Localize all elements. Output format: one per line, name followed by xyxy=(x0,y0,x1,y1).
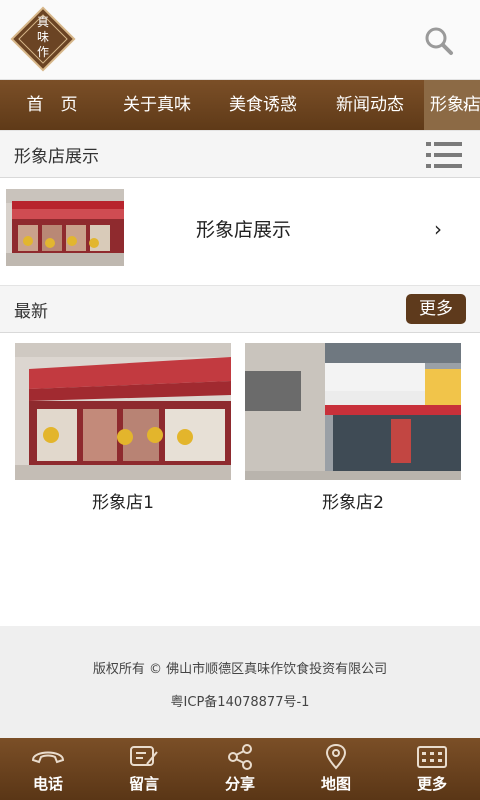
grid-icon xyxy=(417,746,447,768)
store-card-1[interactable]: 形象店1 xyxy=(15,343,231,513)
icp-text: 粤ICP备14078877号-1 xyxy=(170,695,310,710)
nav-item-news[interactable]: 新闻动态 xyxy=(316,80,424,130)
svg-text:作: 作 xyxy=(37,45,49,59)
search-icon[interactable] xyxy=(422,24,456,58)
logo[interactable]: 真 味 作 xyxy=(8,4,78,74)
nav-item-food[interactable]: 美食诱惑 xyxy=(210,80,316,130)
tab-map[interactable]: 地图 xyxy=(288,738,384,800)
tab-message[interactable]: 留言 xyxy=(96,738,192,800)
store-image-1 xyxy=(15,343,231,480)
store-card-2[interactable]: 形象店2 xyxy=(245,343,461,513)
tab-label: 留言 xyxy=(128,775,159,793)
svg-text:真: 真 xyxy=(37,15,49,29)
section-title: 形象店展示 xyxy=(14,147,99,167)
store-card-label-1: 形象店1 xyxy=(92,493,154,513)
store-image-2 xyxy=(245,343,461,480)
header: 真 味 作 xyxy=(0,0,480,80)
svg-text:味: 味 xyxy=(37,30,49,44)
phone-icon xyxy=(31,751,65,764)
nav-item-home[interactable]: 首 页 xyxy=(0,80,104,130)
main-nav: 首 页 关于真味 美食诱惑 新闻动态 形象店 › xyxy=(0,80,480,130)
footer: 版权所有 © 佛山市顺德区真味作饮食投资有限公司 粤ICP备14078877号-… xyxy=(0,626,480,738)
tab-share[interactable]: 分享 xyxy=(192,738,288,800)
tab-label: 更多 xyxy=(416,775,447,793)
feature-row[interactable]: 形象店展示 › xyxy=(0,179,480,285)
tab-label: 地图 xyxy=(320,775,351,793)
nav-item-about[interactable]: 关于真味 xyxy=(104,80,210,130)
store-card-label-2: 形象店2 xyxy=(322,493,384,513)
message-icon xyxy=(130,746,158,766)
bottom-tabbar: 电话 留言 分享 地图 更多 xyxy=(0,738,480,800)
tab-label: 分享 xyxy=(224,775,255,793)
store-thumbnail xyxy=(6,189,124,266)
tab-label: 电话 xyxy=(32,775,63,793)
chevron-right-icon[interactable]: › xyxy=(462,95,478,115)
copyright-text: 版权所有 © 佛山市顺德区真味作饮食投资有限公司 xyxy=(92,662,388,677)
feature-label: 形象店展示 xyxy=(196,219,292,241)
section-header: 形象店展示 xyxy=(0,130,480,178)
share-icon xyxy=(228,744,252,770)
more-button[interactable]: 更多 xyxy=(406,294,466,324)
chevron-right-icon: › xyxy=(434,217,442,241)
latest-title: 最新 xyxy=(14,302,48,322)
map-pin-icon xyxy=(325,744,347,770)
latest-header: 最新 更多 xyxy=(0,285,480,333)
tab-more[interactable]: 更多 xyxy=(384,738,480,800)
tab-phone[interactable]: 电话 xyxy=(0,738,96,800)
list-icon[interactable] xyxy=(426,141,462,169)
